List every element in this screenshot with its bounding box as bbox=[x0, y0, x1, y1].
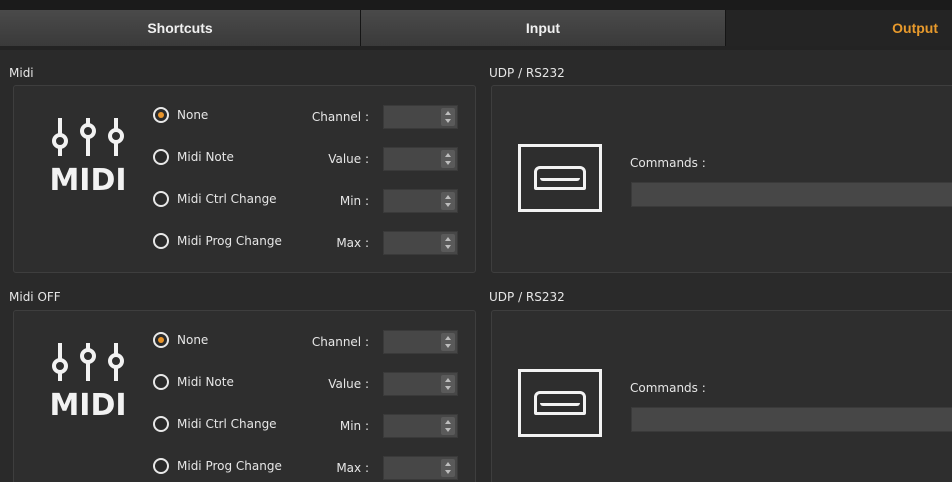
output-settings-window: Shortcuts Input Output Midi MIDI None Mi… bbox=[0, 0, 952, 482]
value-label: Value : bbox=[328, 152, 369, 166]
radio-none[interactable]: None bbox=[153, 106, 208, 124]
tab-input[interactable]: Input bbox=[361, 10, 726, 46]
radio-label: Midi Note bbox=[177, 375, 234, 389]
radio-button[interactable] bbox=[153, 332, 169, 348]
radio-midi-note[interactable]: Midi Note bbox=[153, 373, 234, 391]
spin-arrows-icon[interactable] bbox=[441, 459, 455, 477]
spin-arrows-icon[interactable] bbox=[441, 417, 455, 435]
min-spinbox[interactable] bbox=[383, 414, 458, 438]
tab-shortcuts[interactable]: Shortcuts bbox=[0, 10, 361, 46]
value-spinbox[interactable] bbox=[383, 147, 458, 171]
radio-midi-note[interactable]: Midi Note bbox=[153, 148, 234, 166]
midi-section-title: Midi bbox=[9, 66, 34, 80]
midi-logo-icon: MIDI bbox=[49, 343, 127, 423]
max-spinbox[interactable] bbox=[383, 456, 458, 480]
channel-spinbox[interactable] bbox=[383, 105, 458, 129]
channel-spinbox[interactable] bbox=[383, 330, 458, 354]
spin-arrows-icon[interactable] bbox=[441, 234, 455, 252]
min-label: Min : bbox=[339, 194, 369, 208]
radio-midi-prog-change[interactable]: Midi Prog Change bbox=[153, 232, 282, 250]
tab-bar: Shortcuts Input Output bbox=[0, 0, 952, 50]
radio-label: Midi Ctrl Change bbox=[177, 417, 277, 431]
spin-arrows-icon[interactable] bbox=[441, 375, 455, 393]
radio-label: None bbox=[177, 333, 209, 347]
spin-arrows-icon[interactable] bbox=[441, 192, 455, 210]
min-spinbox[interactable] bbox=[383, 189, 458, 213]
midi-logo-text: MIDI bbox=[49, 163, 126, 198]
midi-logo-icon: MIDI bbox=[49, 118, 127, 198]
max-label: Max : bbox=[336, 236, 369, 250]
radio-button[interactable] bbox=[153, 191, 169, 207]
radio-label: Midi Prog Change bbox=[177, 234, 282, 248]
radio-button[interactable] bbox=[153, 416, 169, 432]
radio-label: Midi Prog Change bbox=[177, 459, 282, 473]
radio-none[interactable]: None bbox=[153, 331, 208, 349]
radio-midi-ctrl-change[interactable]: Midi Ctrl Change bbox=[153, 190, 277, 208]
midi-logo-text: MIDI bbox=[49, 388, 126, 423]
min-label: Min : bbox=[339, 419, 369, 433]
udp-section-title: UDP / RS232 bbox=[489, 66, 565, 80]
radio-label: Midi Note bbox=[177, 150, 234, 164]
midi-panel: MIDI None Midi Note Midi Ctrl Change Mid… bbox=[13, 85, 476, 273]
midi-off-section-title: Midi OFF bbox=[9, 290, 61, 304]
radio-button[interactable] bbox=[153, 458, 169, 474]
udp-panel: Commands : bbox=[491, 85, 952, 273]
tab-output[interactable]: Output bbox=[726, 10, 952, 46]
max-spinbox[interactable] bbox=[383, 231, 458, 255]
radio-button[interactable] bbox=[153, 107, 169, 123]
tab-bar-divider bbox=[0, 46, 952, 50]
value-spinbox[interactable] bbox=[383, 372, 458, 396]
udp-panel: Commands : bbox=[491, 310, 952, 482]
commands-label: Commands : bbox=[630, 156, 706, 170]
radio-button[interactable] bbox=[153, 149, 169, 165]
radio-midi-ctrl-change[interactable]: Midi Ctrl Change bbox=[153, 415, 277, 433]
radio-button[interactable] bbox=[153, 374, 169, 390]
radio-label: None bbox=[177, 108, 209, 122]
channel-label: Channel : bbox=[311, 335, 369, 349]
commands-input[interactable] bbox=[631, 182, 952, 207]
spin-arrows-icon[interactable] bbox=[441, 333, 455, 351]
channel-label: Channel : bbox=[311, 110, 369, 124]
spin-arrows-icon[interactable] bbox=[441, 108, 455, 126]
spin-arrows-icon[interactable] bbox=[441, 150, 455, 168]
commands-label: Commands : bbox=[630, 381, 706, 395]
radio-label: Midi Ctrl Change bbox=[177, 192, 277, 206]
tab-strip: Shortcuts Input Output bbox=[0, 10, 952, 46]
value-label: Value : bbox=[328, 377, 369, 391]
serial-port-icon bbox=[518, 144, 602, 212]
commands-input[interactable] bbox=[631, 407, 952, 432]
max-label: Max : bbox=[336, 461, 369, 475]
udp-section-title: UDP / RS232 bbox=[489, 290, 565, 304]
midi-off-panel: MIDI None Midi Note Midi Ctrl Change Mid… bbox=[13, 310, 476, 482]
radio-midi-prog-change[interactable]: Midi Prog Change bbox=[153, 457, 282, 475]
radio-button[interactable] bbox=[153, 233, 169, 249]
serial-port-icon bbox=[518, 369, 602, 437]
